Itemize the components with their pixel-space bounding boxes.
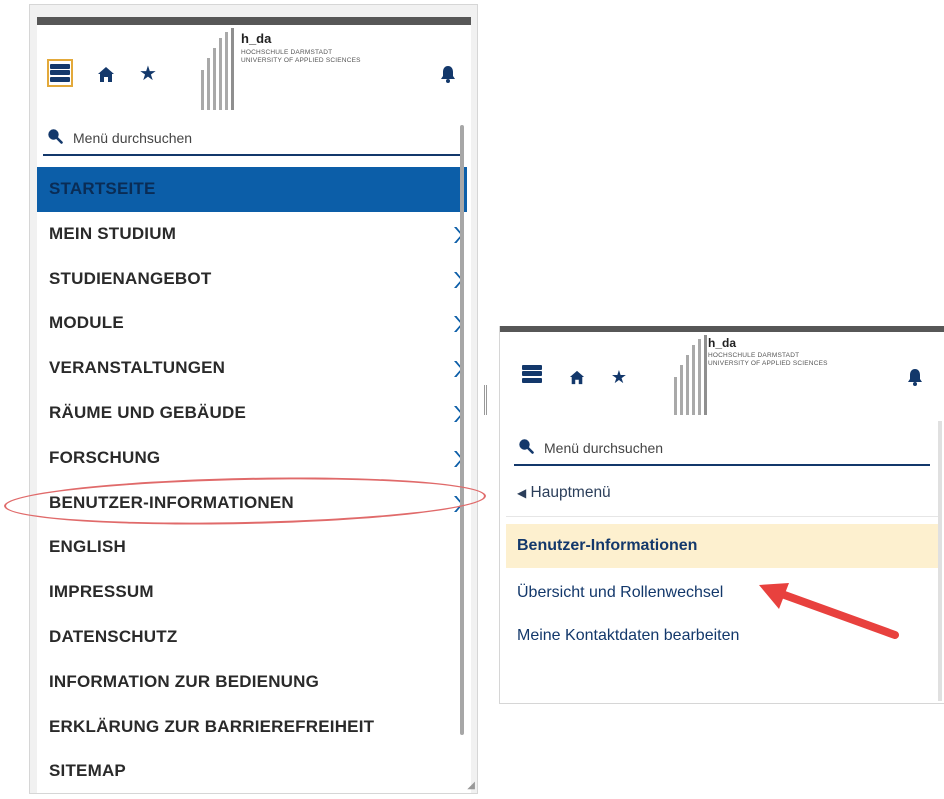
bell-icon (908, 369, 922, 386)
home-icon (98, 66, 114, 82)
search-icon (48, 129, 63, 144)
logo-title: h_da (708, 336, 737, 350)
back-to-main-menu-link[interactable]: ◀ Hauptmenü (517, 484, 611, 502)
star-icon: ★ (139, 63, 157, 85)
menu-item-label: RÄUME UND GEBÄUDE (49, 402, 247, 422)
menu-item-label: MEIN STUDIUM (49, 223, 177, 243)
header: ★ h_da HOCHSCHULE DARMSTADT UNIVERSITY O… (37, 25, 471, 115)
menu-item-forschung[interactable]: FORSCHUNG (37, 436, 467, 481)
menu-item-module[interactable]: MODULE (37, 301, 467, 346)
menu-item-label: MODULE (49, 313, 124, 333)
top-bar (37, 17, 471, 25)
menu-item-impressum[interactable]: IMPRESSUM (37, 570, 467, 615)
menu-item-label: VERANSTALTUNGEN (49, 358, 226, 378)
home-button[interactable] (566, 366, 588, 388)
star-icon: ★ (610, 367, 628, 387)
search-icon (519, 439, 534, 454)
menu-search (514, 430, 930, 466)
menu-item-english[interactable]: ENGLISH (37, 525, 467, 570)
logo-line-1: HOCHSCHULE DARMSTADT (708, 352, 800, 359)
hamburger-menu-button[interactable] (47, 59, 73, 87)
left-panel-content: ★ h_da HOCHSCHULE DARMSTADT UNIVERSITY O… (37, 17, 471, 793)
chevron-left-icon: ◀ (517, 486, 527, 500)
back-label: Hauptmenü (530, 484, 611, 501)
hda-logo[interactable]: h_da HOCHSCHULE DARMSTADT UNIVERSITY OF … (187, 25, 397, 110)
menu-item-label: INFORMATION ZUR BEDIENUNG (49, 671, 320, 691)
hamburger-icon (519, 360, 545, 388)
hamburger-icon (47, 59, 73, 87)
divider (506, 516, 941, 517)
hamburger-menu-button[interactable] (519, 360, 545, 388)
menu-item-label: SITEMAP (49, 761, 126, 781)
splitter-handle[interactable] (484, 385, 487, 415)
menu-item-raeume-und-gebaeude[interactable]: RÄUME UND GEBÄUDE (37, 391, 467, 436)
menu-item-startseite[interactable]: STARTSEITE (37, 167, 467, 212)
menu-item-label: STUDIENANGEBOT (49, 268, 212, 288)
menu-item-datenschutz[interactable]: DATENSCHUTZ (37, 615, 467, 660)
scrollbar-track[interactable] (938, 421, 942, 701)
left-panel: ★ h_da HOCHSCHULE DARMSTADT UNIVERSITY O… (29, 4, 478, 794)
main-menu: STARTSEITE MEIN STUDIUM STUDIENANGEBOT M… (37, 167, 467, 793)
home-button[interactable] (95, 63, 117, 85)
menu-item-mein-studium[interactable]: MEIN STUDIUM (37, 212, 467, 257)
notifications-button[interactable] (904, 366, 926, 388)
logo-line-2: UNIVERSITY OF APPLIED SCIENCES (708, 360, 828, 367)
favorites-button[interactable]: ★ (137, 63, 159, 85)
resize-corner-icon[interactable]: ◢ (467, 780, 475, 791)
menu-item-sitemap[interactable]: SITEMAP (37, 749, 467, 793)
logo-title: h_da (241, 31, 272, 46)
menu-item-barrierefreiheit[interactable]: ERKLÄRUNG ZUR BARRIEREFREIHEIT (37, 705, 467, 750)
menu-item-studienangebot[interactable]: STUDIENANGEBOT (37, 257, 467, 302)
favorites-button[interactable]: ★ (608, 366, 630, 388)
menu-search (43, 120, 461, 156)
hda-logo[interactable]: h_da HOCHSCHULE DARMSTADT UNIVERSITY OF … (660, 330, 870, 415)
menu-item-information-zur-bedienung[interactable]: INFORMATION ZUR BEDIENUNG (37, 660, 467, 705)
menu-item-label: DATENSCHUTZ (49, 626, 178, 646)
menu-item-label: BENUTZER-INFORMATIONEN (49, 492, 294, 512)
bell-icon (441, 66, 455, 83)
menu-item-benutzer-informationen[interactable]: BENUTZER-INFORMATIONEN (37, 481, 467, 526)
search-input[interactable] (542, 436, 906, 460)
scrollbar-thumb[interactable] (460, 125, 464, 735)
menu-item-label: FORSCHUNG (49, 447, 161, 467)
home-icon (569, 370, 585, 384)
link-kontaktdaten-bearbeiten[interactable]: Meine Kontaktdaten bearbeiten (517, 627, 739, 645)
menu-item-veranstaltungen[interactable]: VERANSTALTUNGEN (37, 346, 467, 391)
menu-item-label: ERKLÄRUNG ZUR BARRIEREFREIHEIT (49, 716, 375, 736)
menu-item-label: ENGLISH (49, 537, 126, 557)
menu-item-label: STARTSEITE (49, 179, 156, 198)
right-panel: ★ h_da HOCHSCHULE DARMSTADT UNIVERSITY O… (499, 326, 944, 704)
section-title: Benutzer-Informationen (506, 524, 938, 568)
logo-line-2: UNIVERSITY OF APPLIED SCIENCES (241, 57, 361, 64)
logo-line-1: HOCHSCHULE DARMSTADT (241, 49, 333, 56)
menu-item-label: IMPRESSUM (49, 582, 154, 602)
link-uebersicht-rollenwechsel[interactable]: Übersicht und Rollenwechsel (517, 584, 723, 602)
search-input[interactable] (71, 126, 435, 150)
notifications-button[interactable] (437, 63, 459, 85)
